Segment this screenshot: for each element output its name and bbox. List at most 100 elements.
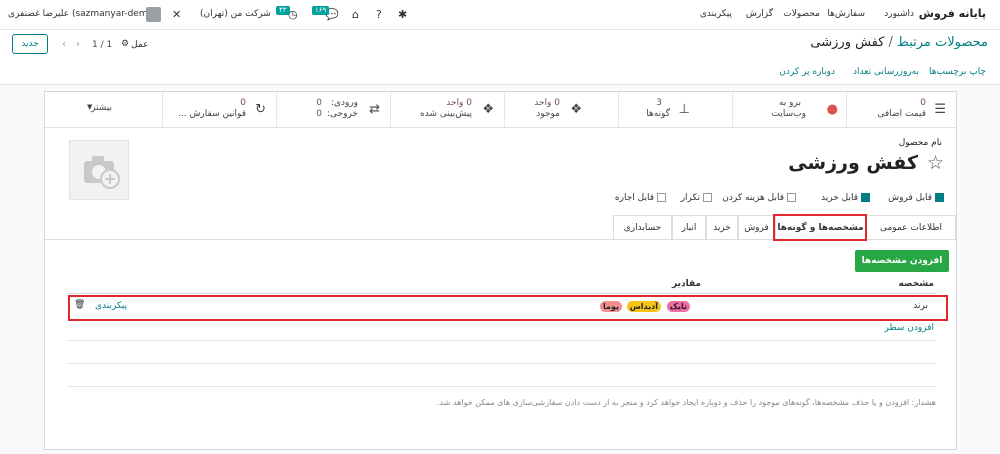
can-be-sold-checkbox[interactable]: قابل فروش <box>888 193 944 203</box>
caret-down-icon: ▼ <box>87 103 93 111</box>
forecasted-button[interactable]: ❖ 0 واحد پیش‌بینی شده <box>390 92 504 127</box>
globe-icon: ● <box>826 102 838 117</box>
tab-purchase[interactable]: خرید <box>706 215 738 240</box>
favorite-star-icon[interactable]: ☆ <box>927 152 944 174</box>
extra-price-value: 0 <box>920 98 926 108</box>
more-label: بیشتر <box>91 103 112 113</box>
pager-next-icon[interactable]: › <box>76 39 80 50</box>
on-hand-button[interactable]: ❖ 0 واحد موجود <box>504 92 618 127</box>
checkbox-label: تکرار <box>680 193 700 203</box>
variants-count: 3 <box>656 98 662 108</box>
on-hand-label: موجود <box>536 109 560 119</box>
cubes-icon: ❖ <box>482 102 494 117</box>
checkbox-checked[interactable] <box>935 193 944 202</box>
empty-row-divider <box>67 340 936 341</box>
checkbox-checked[interactable] <box>861 193 870 202</box>
add-line-link[interactable]: افزودن سطر <box>885 323 934 333</box>
go-to-website-button[interactable]: ● برو به وب‌سایت <box>732 92 846 127</box>
header-divider <box>67 293 936 294</box>
app-name[interactable]: پایانه فروش <box>919 7 986 20</box>
checkbox-unchecked[interactable] <box>787 193 796 202</box>
variants-button[interactable]: ⊥ 3 گونه‌ها <box>618 92 732 127</box>
debug-tools-icon[interactable]: ✕ <box>172 8 181 21</box>
update-quantity-button[interactable]: به‌روزرسانی تعداد <box>853 67 919 77</box>
gear-icon[interactable]: ⚙ <box>121 39 129 49</box>
pager-value[interactable]: 1 / 1 <box>92 40 112 50</box>
cubes-icon: ❖ <box>570 102 582 117</box>
breadcrumb-current: کفش ورزشی <box>810 35 885 50</box>
menu-reporting[interactable]: گزارش <box>746 9 773 19</box>
website-label: وب‌سایت <box>771 109 806 119</box>
in-value: 0 <box>316 98 322 108</box>
website-top-label: برو به <box>778 98 801 108</box>
can-be-purchased-checkbox[interactable]: قابل خرید <box>821 193 870 203</box>
highlight-tab-box <box>773 214 867 241</box>
avatar[interactable] <box>146 7 161 22</box>
list-icon: ☰ <box>934 102 946 117</box>
print-labels-button[interactable]: چاپ برچسب‌ها <box>929 67 986 77</box>
can-be-rented-checkbox[interactable]: قابل اجاره <box>615 193 666 203</box>
help-icon[interactable]: ? <box>376 8 382 21</box>
menu-dashboard[interactable]: داشبورد <box>884 9 914 19</box>
more-button[interactable]: بیشتر ▼ <box>45 92 162 127</box>
tab-sales[interactable]: فروش <box>738 215 775 240</box>
action-menu[interactable]: عمل <box>131 40 148 50</box>
forecasted-value: 0 واحد <box>446 98 472 108</box>
checkbox-label: قابل خرید <box>821 193 858 203</box>
warning-text: هشدار: افزودن و یا حذف مشخصه‌ها، گونه‌ها… <box>436 398 936 407</box>
product-name-label: نام محصول <box>898 138 942 148</box>
table-bottom-divider <box>67 386 936 387</box>
product-image[interactable] <box>69 140 129 200</box>
can-be-expensed-checkbox[interactable]: قابل هزینه کردن <box>722 193 796 203</box>
breadcrumb: محصولات مرتبط /کفش ورزشی <box>810 35 988 50</box>
breadcrumb-separator: / <box>888 35 893 50</box>
out-value: 0 <box>316 109 322 119</box>
messages-badge: ۱۶۹ <box>312 6 330 15</box>
in-label: ورودی: <box>330 98 358 108</box>
add-attributes-button[interactable]: افزودن مشخصه‌ها <box>855 250 949 272</box>
variants-label: گونه‌ها <box>646 109 670 119</box>
menu-products[interactable]: محصولات <box>783 9 820 19</box>
breadcrumb-parent[interactable]: محصولات مرتبط <box>897 35 988 50</box>
form-sheet: ☰ 0 قیمت اضافی ● برو به وب‌سایت ⊥ 3 گونه… <box>44 91 957 450</box>
extra-price-button[interactable]: ☰ 0 قیمت اضافی <box>846 92 956 127</box>
pos-shop-icon[interactable]: ⌂ <box>352 8 359 21</box>
recurring-checkbox[interactable]: تکرار <box>681 193 712 203</box>
new-button[interactable]: جدید <box>12 34 48 54</box>
reordering-rules-button[interactable]: ↻ 0 قوانین سفارش ... <box>162 92 276 127</box>
tab-inventory[interactable]: انبار <box>672 215 706 240</box>
action-bar: چاپ برچسب‌ها به‌روزرسانی تعداد دوباره پر… <box>0 63 1000 85</box>
reorder-label: قوانین سفارش ... <box>178 109 246 119</box>
activity-badge: ۴۳ <box>276 6 290 15</box>
pager-prev-icon[interactable]: ‹ <box>62 39 66 50</box>
empty-row-divider <box>67 363 936 364</box>
menu-configuration[interactable]: پیکربندی <box>700 9 732 19</box>
checkbox-label: قابل هزینه کردن <box>722 193 784 203</box>
in-out-button[interactable]: ⇄ ورودی: 0 خروجی: 0 <box>276 92 390 127</box>
forecasted-label: پیش‌بینی شده <box>420 109 472 119</box>
out-label: خروجی: <box>327 109 358 119</box>
refresh-icon: ↻ <box>255 102 266 117</box>
checkbox-label: قابل اجاره <box>614 193 654 203</box>
tab-accounting[interactable]: حسابداری <box>613 215 672 240</box>
extra-price-label: قیمت اضافی <box>877 109 926 119</box>
camera-plus-icon <box>84 156 120 189</box>
replenish-button[interactable]: دوباره پر کردن <box>779 67 835 77</box>
smart-buttons-row: ☰ 0 قیمت اضافی ● برو به وب‌سایت ⊥ 3 گونه… <box>45 92 956 128</box>
exchange-icon: ⇄ <box>369 102 380 117</box>
tab-general-info[interactable]: اطلاعات عمومی <box>866 215 956 240</box>
checkbox-unchecked[interactable] <box>703 193 712 202</box>
column-header-attribute: مشخصه <box>898 279 934 289</box>
top-navbar: پایانه فروش داشبورد سفارش‌ها محصولات گزا… <box>0 0 1000 30</box>
on-hand-value: 0 واحد <box>534 98 560 108</box>
company-switcher[interactable]: شرکت من (تهران) <box>200 9 271 19</box>
highlight-row-box <box>68 295 948 321</box>
sitemap-icon: ⊥ <box>678 102 690 117</box>
menu-orders[interactable]: سفارش‌ها <box>827 9 865 19</box>
checkbox-unchecked[interactable] <box>657 193 666 202</box>
user-menu[interactable]: علیرضا غضنفری (sazmanyar-demo) <box>8 9 157 19</box>
control-panel: محصولات مرتبط /کفش ورزشی جدید ‹ › 1 / 1 ⚙… <box>0 30 1000 63</box>
product-name-field[interactable]: کفش ورزشی <box>788 152 918 174</box>
bug-icon[interactable]: ✱ <box>398 8 407 21</box>
checkbox-label: قابل فروش <box>888 193 932 203</box>
